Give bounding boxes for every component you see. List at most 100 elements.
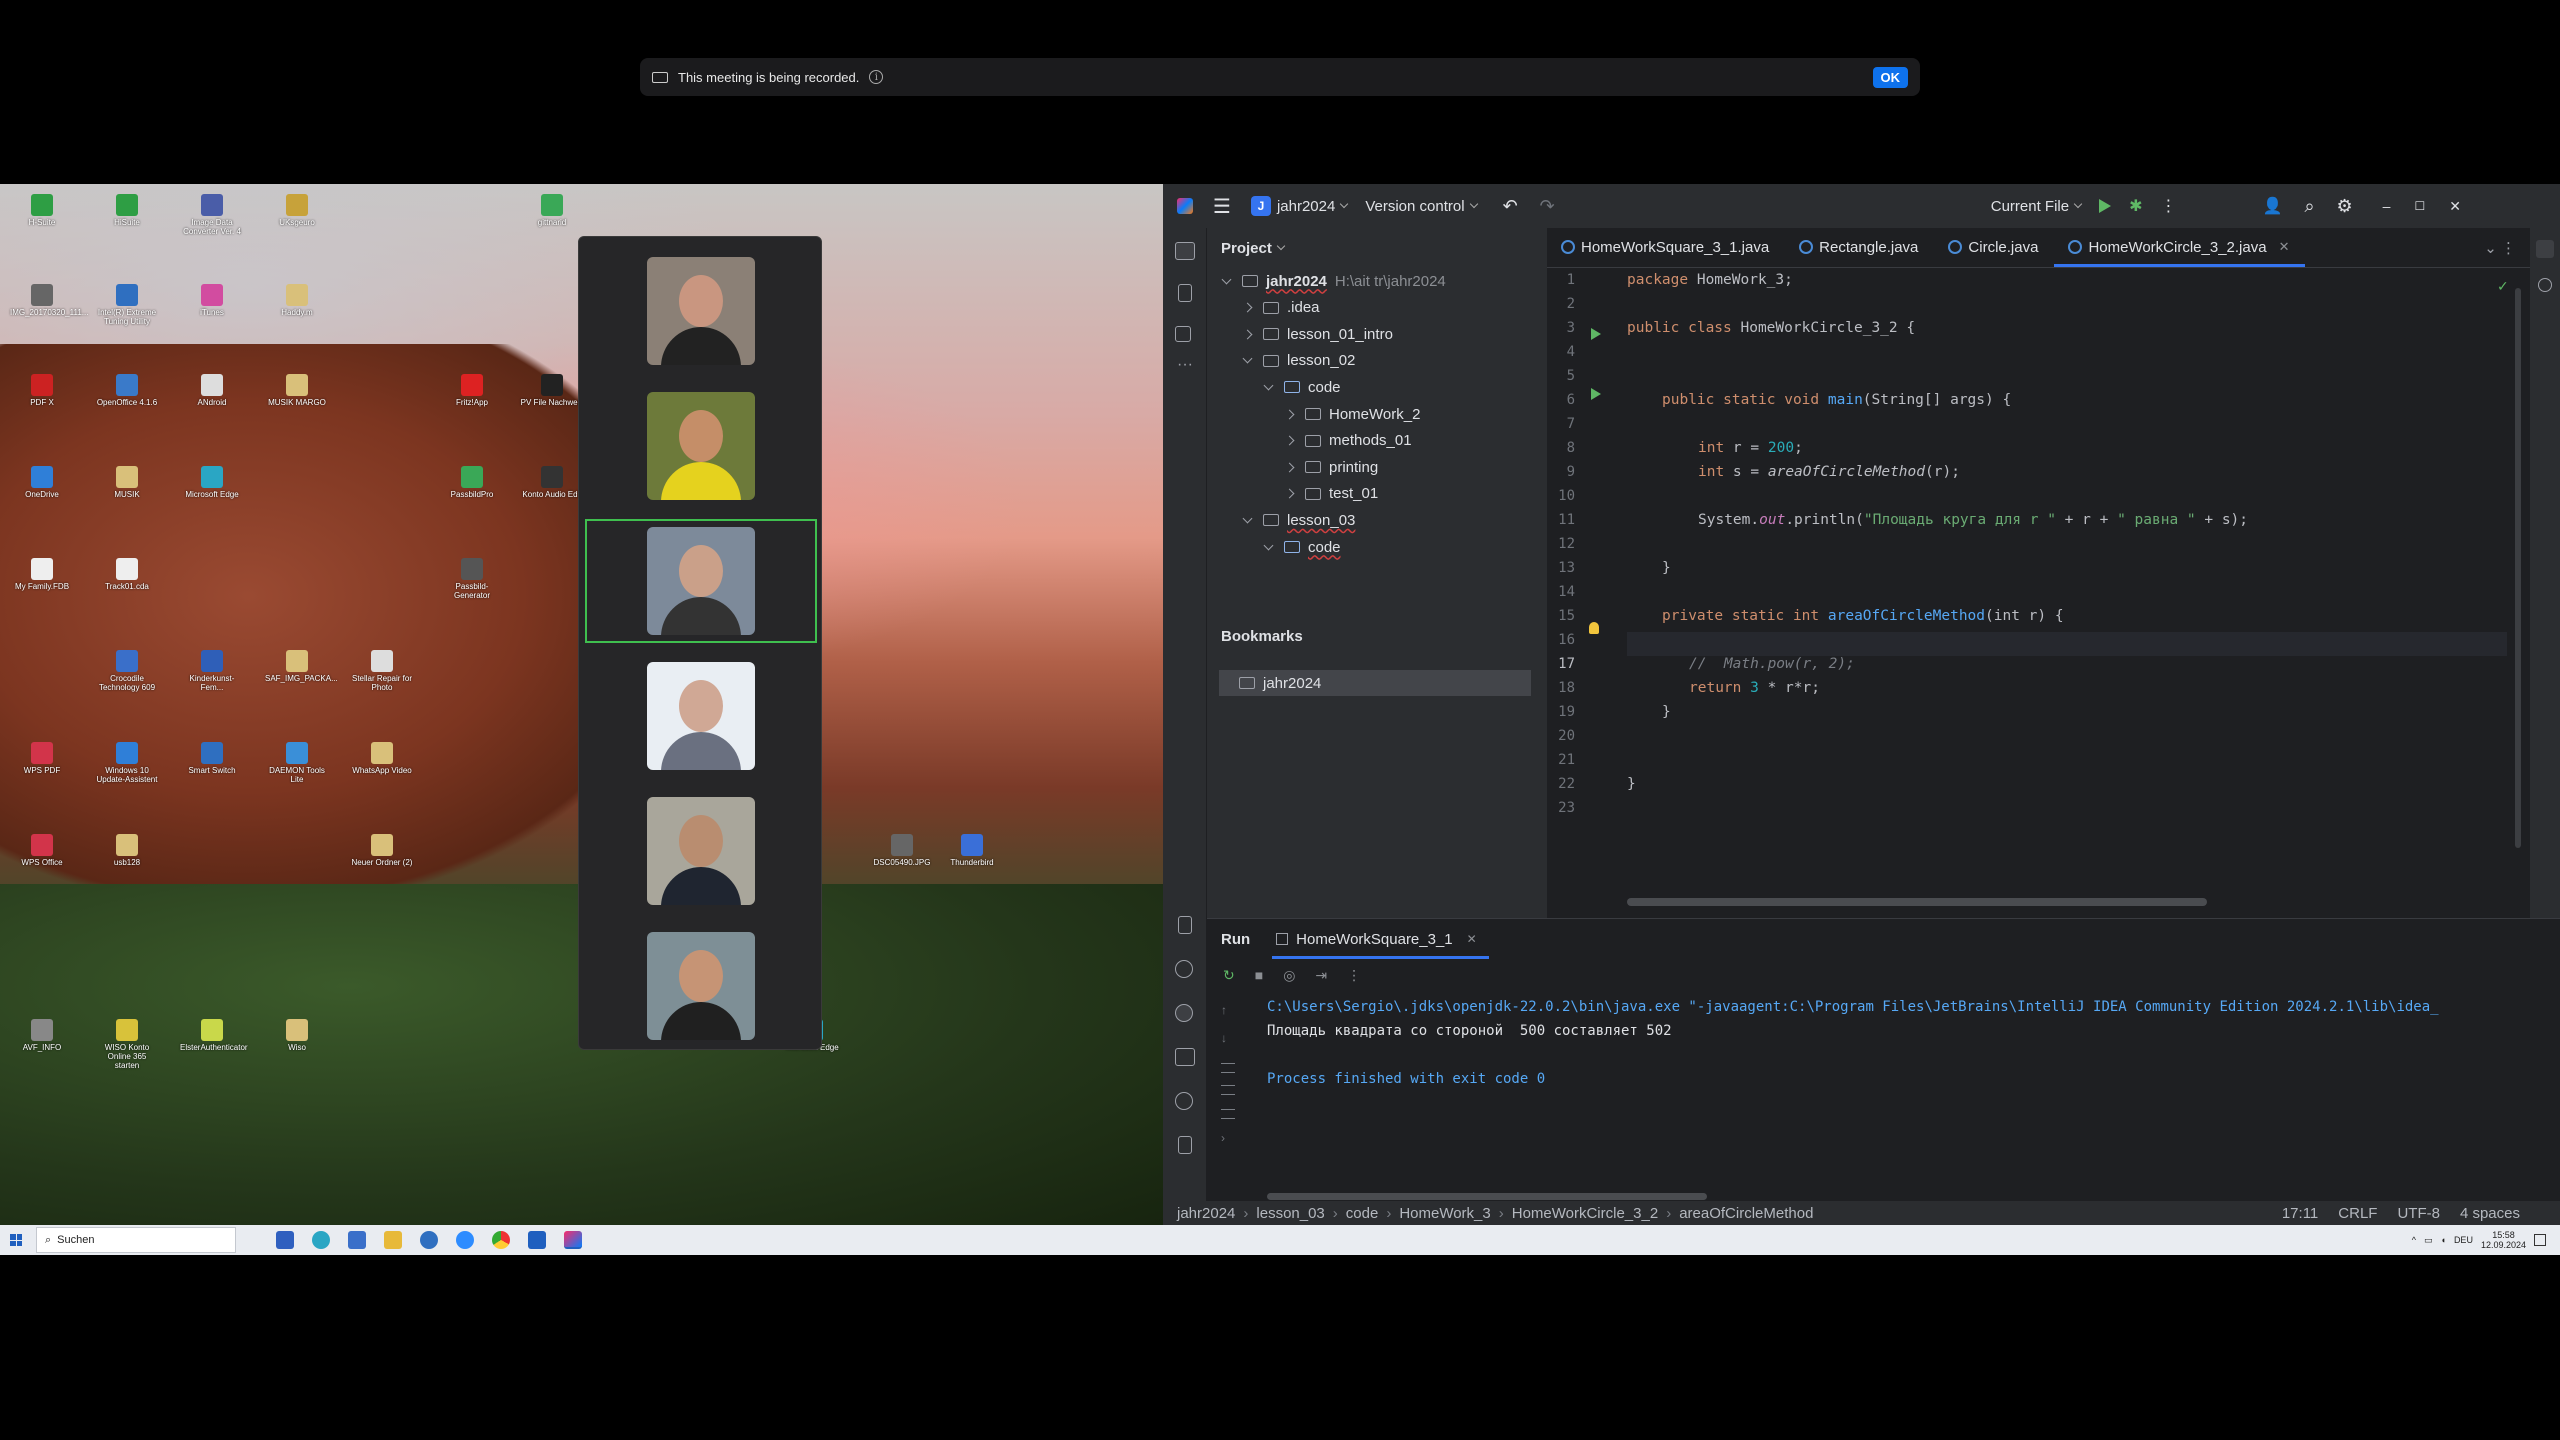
desktop-icon[interactable]: DAEMON Tools Lite <box>265 742 329 784</box>
run-main-gutter-icon[interactable] <box>1591 388 1601 400</box>
keyboard-language[interactable]: DEU <box>2454 1235 2473 1245</box>
desktop-icon[interactable]: OpenOffice 4.1.6 <box>95 374 159 407</box>
desktop-icon[interactable]: Stellar Repair for Photo <box>350 650 414 692</box>
tray-chevron-icon[interactable]: ^ <box>2412 1235 2416 1245</box>
tree-item[interactable]: code <box>1263 534 1341 560</box>
video-tile[interactable] <box>585 924 817 1048</box>
zoom-icon[interactable] <box>456 1231 474 1249</box>
scroll-down-icon[interactable]: ↓ <box>1221 1031 1227 1045</box>
indent-setting[interactable]: 4 spaces <box>2460 1205 2520 1222</box>
add-user-icon[interactable]: 👤 <box>2263 196 2283 216</box>
chevron-down-icon[interactable] <box>1263 380 1274 391</box>
console-horizontal-scrollbar[interactable] <box>1267 1193 1707 1200</box>
close-tab-icon[interactable]: ✕ <box>2279 239 2290 255</box>
scroll-up-icon[interactable]: ↑ <box>1221 1003 1227 1017</box>
bookmarks-icon[interactable] <box>1178 284 1192 302</box>
desktop-icon[interactable]: MUSIK MARGO <box>265 374 329 407</box>
video-tile[interactable] <box>585 654 817 778</box>
intellij-taskbar-icon[interactable] <box>564 1231 582 1249</box>
more-actions-icon[interactable]: ⋮ <box>2161 196 2177 216</box>
desktop-icon[interactable]: PDF X <box>10 374 74 407</box>
lightbulb-icon[interactable] <box>1589 622 1599 634</box>
chevron-right-icon[interactable] <box>1284 462 1295 473</box>
editor-tab[interactable]: Rectangle.java <box>1785 227 1934 267</box>
desktop-icon[interactable]: WPS Office <box>10 834 74 867</box>
breadcrumb-item[interactable]: HomeWorkCircle_3_2 <box>1512 1205 1658 1222</box>
edge-icon[interactable] <box>312 1231 330 1249</box>
editor-tab[interactable]: HomeWorkCircle_3_2.java ✕ <box>2054 227 2306 267</box>
desktop-icon[interactable]: gittnarid <box>520 194 584 227</box>
desktop-icon[interactable]: DSC05490.JPG <box>870 834 934 867</box>
run-tool-icon[interactable] <box>1175 1004 1193 1022</box>
taskbar-search[interactable]: ⌕ Suchen <box>36 1227 236 1253</box>
print-icon[interactable] <box>1221 1109 1235 1119</box>
desktop-icon[interactable]: ElsterAuthenticator <box>180 1019 248 1052</box>
scroll-to-end-icon[interactable] <box>1221 1085 1235 1095</box>
desktop-icon[interactable]: H-Suite <box>10 194 74 227</box>
desktop-icon[interactable]: Smart Switch <box>180 742 244 775</box>
tree-item[interactable]: jahr2024 H:\ait tr\jahr2024 <box>1221 268 1446 294</box>
stop-icon[interactable]: ■ <box>1255 967 1263 984</box>
desktop-icon[interactable]: Thunderbird <box>940 834 1004 867</box>
desktop-icon[interactable]: WISO Konto Online 365 starten <box>95 1019 159 1070</box>
run-icon[interactable] <box>2099 199 2112 213</box>
desktop-icon[interactable]: Wiso <box>265 1019 329 1052</box>
desktop-icon[interactable]: Kinderkunst-Fem... <box>180 650 244 692</box>
desktop-icon[interactable]: OneDrive <box>10 466 74 499</box>
desktop-icon[interactable]: UKsgeuro <box>265 194 329 227</box>
desktop-icon[interactable]: Windows 10 Update-Assistent <box>95 742 159 784</box>
maximize-button[interactable]: ☐ <box>2414 199 2425 213</box>
desktop-icon[interactable]: Konto Audio Edit <box>520 466 584 499</box>
tree-item[interactable]: lesson_03 <box>1242 507 1355 533</box>
breadcrumb-item[interactable]: code <box>1346 1205 1379 1222</box>
breadcrumb-item[interactable]: jahr2024 <box>1177 1205 1235 1222</box>
run-class-gutter-icon[interactable] <box>1591 328 1601 340</box>
close-button[interactable]: ✕ <box>2449 198 2461 215</box>
desktop-icon[interactable]: ANdroid <box>180 374 244 407</box>
editor-tab[interactable]: HomeWorkSquare_3_1.java <box>1547 227 1785 267</box>
settings-icon[interactable] <box>420 1231 438 1249</box>
desktop-icon[interactable]: WPS PDF <box>10 742 74 775</box>
chevron-right-icon[interactable] <box>1284 409 1295 419</box>
code-area[interactable]: package HomeWork_3; public class HomeWor… <box>1627 268 2507 868</box>
desktop-icon[interactable]: Haddy.m <box>265 284 329 317</box>
expand-icon[interactable]: › <box>1221 1131 1225 1145</box>
chrome-icon[interactable] <box>492 1231 510 1249</box>
build-icon[interactable] <box>1178 916 1192 934</box>
terminal-icon[interactable] <box>1175 1048 1195 1066</box>
git-icon[interactable] <box>1178 1136 1192 1154</box>
windows-start-icon[interactable] <box>10 1234 22 1246</box>
inspection-ok-icon[interactable]: ✓ <box>2497 278 2509 295</box>
line-separator[interactable]: CRLF <box>2338 1205 2377 1222</box>
desktop-icon[interactable]: Passbild-Generator <box>440 558 504 600</box>
calculator-icon[interactable] <box>348 1231 366 1249</box>
mail-icon[interactable] <box>528 1231 546 1249</box>
chevron-right-icon[interactable] <box>1284 435 1295 446</box>
desktop-icon[interactable]: Image Data Converter Ver. 4 <box>180 194 244 236</box>
file-explorer-icon[interactable] <box>384 1231 402 1249</box>
undo-icon[interactable]: ↶ <box>1503 196 1518 217</box>
project-panel-header[interactable]: Project <box>1207 228 1547 268</box>
task-view-icon[interactable] <box>276 1231 294 1249</box>
notifications-icon[interactable] <box>2536 240 2554 258</box>
run-config-selector[interactable]: Current File <box>1991 198 2083 215</box>
network-icon[interactable]: ▭ <box>2424 1235 2433 1246</box>
chevron-right-icon[interactable] <box>1284 488 1295 499</box>
video-tile[interactable] <box>585 789 817 913</box>
breadcrumb-item[interactable]: areaOfCircleMethod <box>1679 1205 1813 1222</box>
desktop-icon[interactable]: usb128 <box>95 834 159 867</box>
chevron-right-icon[interactable] <box>1242 302 1253 313</box>
chevron-down-icon[interactable] <box>1263 540 1274 550</box>
video-tile[interactable] <box>585 519 817 643</box>
desktop-icon[interactable]: IMG_20170320_111... <box>10 284 88 317</box>
tree-item[interactable]: lesson_02 <box>1242 348 1355 374</box>
desktop-icon[interactable]: HiSuite <box>95 194 159 227</box>
editor-horizontal-scrollbar[interactable] <box>1627 898 2207 906</box>
desktop-icon[interactable]: Crocodile Technology 609 <box>95 650 159 692</box>
desktop-icon[interactable]: Neuer Ordner (2) <box>350 834 414 867</box>
screenshot-icon[interactable]: ◎ <box>1283 967 1295 984</box>
settings-gear-icon[interactable]: ⚙ <box>2337 196 2353 217</box>
breadcrumb-item[interactable]: HomeWork_3 <box>1399 1205 1490 1222</box>
services-icon[interactable] <box>1175 960 1193 978</box>
redo-icon[interactable]: ↷ <box>1540 196 1555 217</box>
